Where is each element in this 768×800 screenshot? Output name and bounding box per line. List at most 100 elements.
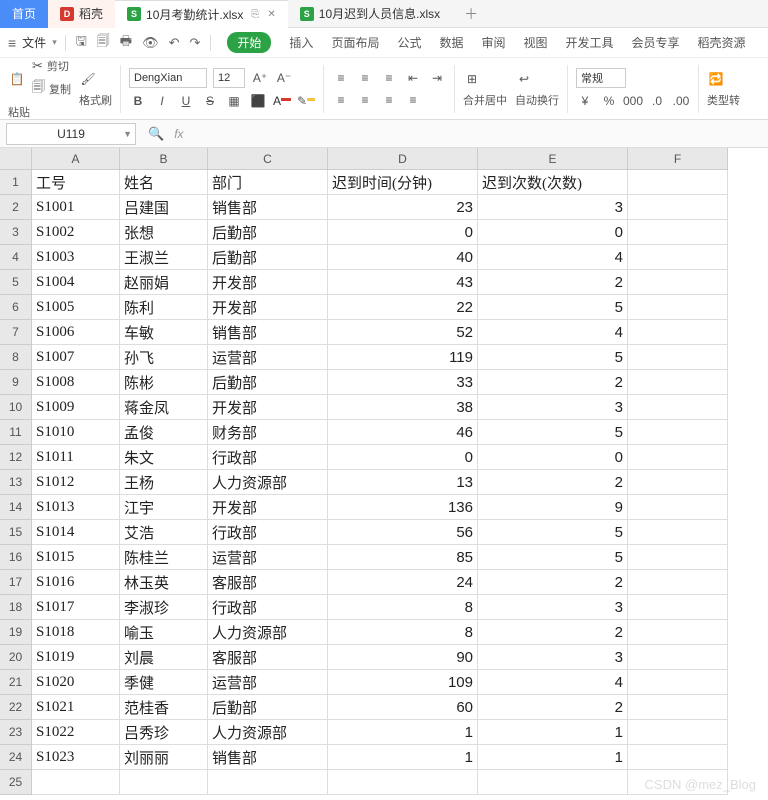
cell[interactable]: S1009 xyxy=(32,395,120,420)
row-header[interactable]: 11 xyxy=(0,420,32,445)
cell[interactable]: 90 xyxy=(328,645,478,670)
cell[interactable] xyxy=(628,320,728,345)
cell[interactable]: 人力资源部 xyxy=(208,620,328,645)
align-justify-icon[interactable]: ≡ xyxy=(404,91,422,109)
tab-options-icon[interactable]: ⎘ xyxy=(251,9,259,20)
cell[interactable]: S1020 xyxy=(32,670,120,695)
cell[interactable] xyxy=(328,770,478,795)
col-header[interactable]: F xyxy=(628,148,728,170)
cell[interactable]: 迟到次数(次数) xyxy=(478,170,628,195)
cell[interactable]: 2 xyxy=(478,570,628,595)
row-header[interactable]: 18 xyxy=(0,595,32,620)
tab-add[interactable]: ＋ xyxy=(452,0,490,28)
cell[interactable]: 2 xyxy=(478,370,628,395)
cell[interactable]: S1004 xyxy=(32,270,120,295)
font-size-select[interactable]: 12 xyxy=(213,68,245,88)
row-header[interactable]: 24 xyxy=(0,745,32,770)
cell[interactable]: 迟到时间(分钟) xyxy=(328,170,478,195)
cell[interactable]: 姓名 xyxy=(120,170,208,195)
row-header[interactable]: 25 xyxy=(0,770,32,795)
cell[interactable] xyxy=(628,395,728,420)
strike-button[interactable]: S xyxy=(201,92,219,110)
cell[interactable]: 陈桂兰 xyxy=(120,545,208,570)
cell[interactable]: 85 xyxy=(328,545,478,570)
row-header[interactable]: 17 xyxy=(0,570,32,595)
row-header[interactable]: 6 xyxy=(0,295,32,320)
cell[interactable]: S1012 xyxy=(32,470,120,495)
cell[interactable]: 销售部 xyxy=(208,195,328,220)
col-header[interactable]: A xyxy=(32,148,120,170)
cell[interactable]: 33 xyxy=(328,370,478,395)
cell[interactable]: 刘晨 xyxy=(120,645,208,670)
col-header[interactable]: B xyxy=(120,148,208,170)
border-button[interactable]: ▦ xyxy=(225,92,243,110)
menu-icon[interactable]: ≡ xyxy=(8,35,16,51)
cell[interactable]: 张想 xyxy=(120,220,208,245)
cell[interactable]: 109 xyxy=(328,670,478,695)
percent-icon[interactable]: % xyxy=(600,92,618,110)
cell[interactable]: 56 xyxy=(328,520,478,545)
cell[interactable]: S1001 xyxy=(32,195,120,220)
row-header[interactable]: 2 xyxy=(0,195,32,220)
brush-icon[interactable]: 🖌 xyxy=(79,70,97,88)
cell[interactable]: 后勤部 xyxy=(208,370,328,395)
cell[interactable]: 销售部 xyxy=(208,745,328,770)
row-header[interactable]: 10 xyxy=(0,395,32,420)
cell[interactable]: 4 xyxy=(478,670,628,695)
row-header[interactable]: 20 xyxy=(0,645,32,670)
underline-button[interactable]: U xyxy=(177,92,195,110)
cell[interactable]: 开发部 xyxy=(208,270,328,295)
cell[interactable]: 3 xyxy=(478,195,628,220)
row-header[interactable]: 13 xyxy=(0,470,32,495)
cell[interactable]: 3 xyxy=(478,645,628,670)
cell[interactable]: 52 xyxy=(328,320,478,345)
cell[interactable]: S1015 xyxy=(32,545,120,570)
cell[interactable]: 运营部 xyxy=(208,545,328,570)
cell[interactable] xyxy=(628,745,728,770)
cell[interactable]: 行政部 xyxy=(208,445,328,470)
cell[interactable]: 13 xyxy=(328,470,478,495)
cell[interactable]: S1021 xyxy=(32,695,120,720)
type-icon[interactable]: 🔁 xyxy=(707,70,725,88)
merge-icon[interactable]: ⊞ xyxy=(463,70,481,88)
cell[interactable] xyxy=(628,620,728,645)
cell-reference-box[interactable]: U119 ▼ xyxy=(6,123,136,145)
menu-data[interactable]: 数据 xyxy=(439,34,463,51)
tab-file-1[interactable]: S10月考勤统计.xlsx⎘✕ xyxy=(115,0,288,28)
cell[interactable]: 王杨 xyxy=(120,470,208,495)
cell[interactable]: 后勤部 xyxy=(208,220,328,245)
cell[interactable]: S1022 xyxy=(32,720,120,745)
select-all-corner[interactable] xyxy=(0,148,32,170)
cell[interactable] xyxy=(120,770,208,795)
save-as-icon[interactable]: 🗐 xyxy=(95,32,112,54)
cell[interactable]: 0 xyxy=(328,445,478,470)
cell[interactable]: 4 xyxy=(478,245,628,270)
cell[interactable] xyxy=(628,170,728,195)
cell[interactable]: 孙飞 xyxy=(120,345,208,370)
cell[interactable]: 陈彬 xyxy=(120,370,208,395)
cell[interactable]: 43 xyxy=(328,270,478,295)
number-format-select[interactable]: 常规 xyxy=(576,68,626,88)
increase-font-icon[interactable]: A⁺ xyxy=(251,69,269,87)
cell[interactable] xyxy=(628,270,728,295)
row-header[interactable]: 14 xyxy=(0,495,32,520)
row-header[interactable]: 5 xyxy=(0,270,32,295)
row-header[interactable]: 9 xyxy=(0,370,32,395)
cell[interactable]: 陈利 xyxy=(120,295,208,320)
menu-insert[interactable]: 插入 xyxy=(289,34,313,51)
row-header[interactable]: 7 xyxy=(0,320,32,345)
close-icon[interactable]: ✕ xyxy=(267,9,275,20)
cell[interactable]: 林玉英 xyxy=(120,570,208,595)
cell[interactable]: 0 xyxy=(478,445,628,470)
cell[interactable]: 江宇 xyxy=(120,495,208,520)
cell[interactable]: S1002 xyxy=(32,220,120,245)
currency-icon[interactable]: ¥ xyxy=(576,92,594,110)
cell[interactable]: 蒋金凤 xyxy=(120,395,208,420)
cell[interactable]: S1010 xyxy=(32,420,120,445)
cell[interactable] xyxy=(628,670,728,695)
preview-icon[interactable]: 👁 xyxy=(140,35,161,51)
cell[interactable]: 0 xyxy=(328,220,478,245)
cell[interactable]: 2 xyxy=(478,695,628,720)
cell[interactable]: 工号 xyxy=(32,170,120,195)
clipboard-icon[interactable]: 📋 xyxy=(8,70,26,88)
